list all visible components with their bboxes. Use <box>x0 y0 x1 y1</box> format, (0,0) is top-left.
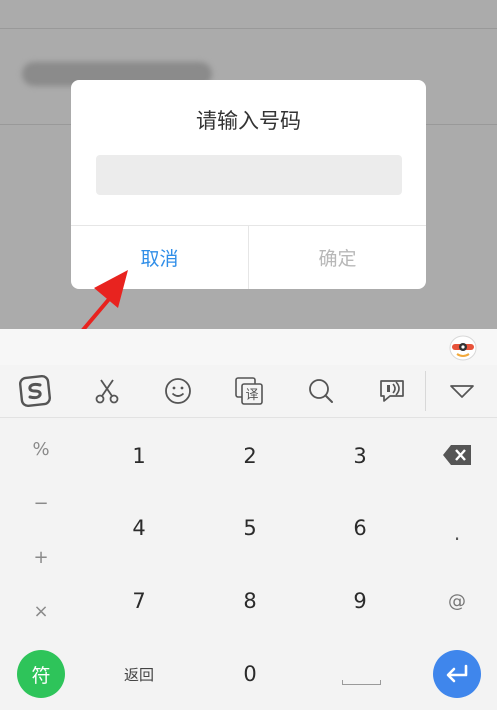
space-key[interactable] <box>330 650 390 698</box>
phone-number-dialog: 请输入号码 取消 确定 <box>71 80 426 289</box>
key-7[interactable]: 7 <box>94 571 184 631</box>
key-0[interactable]: 0 <box>205 644 295 704</box>
key-plus[interactable]: + <box>16 532 66 582</box>
key-4[interactable]: 4 <box>94 498 184 558</box>
keypad: % − + × 1 2 3 4 5 6 7 8 9 . @ 符 返回 0 <box>0 418 497 710</box>
key-multiply[interactable]: × <box>16 586 66 636</box>
keyboard-top-strip <box>0 329 497 365</box>
backspace-icon <box>443 445 471 465</box>
enter-icon <box>446 664 468 683</box>
key-1[interactable]: 1 <box>94 426 184 486</box>
backspace-key[interactable] <box>432 430 482 480</box>
confirm-button[interactable]: 确定 <box>249 226 426 289</box>
key-2[interactable]: 2 <box>205 426 295 486</box>
sogou-logo-icon[interactable] <box>17 373 53 409</box>
number-keyboard: 译 % − + × 1 2 3 4 5 6 7 8 9 . @ 符 返回 0 <box>0 329 497 710</box>
voice-chat-icon[interactable] <box>374 373 410 409</box>
key-8[interactable]: 8 <box>205 571 295 631</box>
mascot-icon[interactable] <box>448 333 478 361</box>
collapse-keyboard-icon[interactable] <box>444 373 480 409</box>
dialog-title: 请输入号码 <box>196 109 301 133</box>
phone-number-input[interactable] <box>96 155 402 195</box>
enter-button[interactable] <box>433 650 481 698</box>
key-9[interactable]: 9 <box>315 571 405 631</box>
key-percent[interactable]: % <box>16 424 66 474</box>
translate-icon[interactable]: 译 <box>231 373 267 409</box>
scissors-icon[interactable] <box>89 373 125 409</box>
search-icon[interactable] <box>303 373 339 409</box>
emoji-icon[interactable] <box>160 373 196 409</box>
key-at[interactable]: @ <box>432 576 482 626</box>
keyboard-toolbar: 译 <box>0 365 497 418</box>
symbol-button[interactable]: 符 <box>17 650 65 698</box>
back-button[interactable]: 返回 <box>99 646 179 702</box>
toolbar-separator <box>425 371 426 411</box>
key-5[interactable]: 5 <box>205 498 295 558</box>
space-bar-icon <box>342 680 381 685</box>
translate-glyph: 译 <box>245 388 258 403</box>
key-dot[interactable]: . <box>432 508 482 558</box>
key-6[interactable]: 6 <box>315 498 405 558</box>
key-3[interactable]: 3 <box>315 426 405 486</box>
key-minus[interactable]: − <box>16 478 66 528</box>
phone-screen: 请输入号码 取消 确定 译 % − + × 1 2 3 4 5 6 7 8 9 … <box>0 0 497 710</box>
